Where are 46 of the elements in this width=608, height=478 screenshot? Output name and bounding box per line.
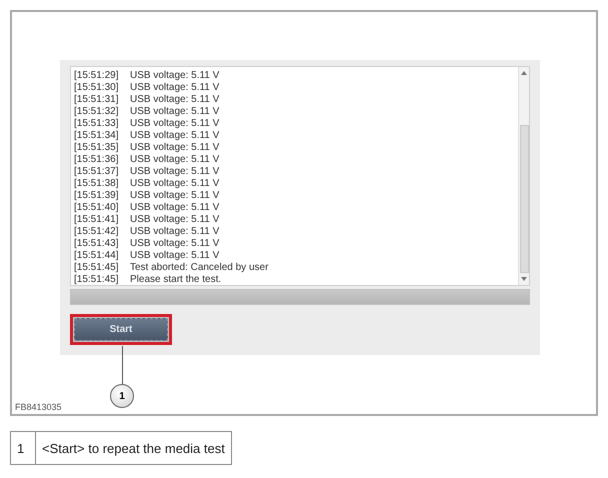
- log-message: USB voltage: 5.11 V: [130, 166, 220, 178]
- log-message: USB voltage: 5.11 V: [130, 118, 220, 130]
- log-time: [15:51:37]: [74, 166, 120, 178]
- log-message: Test aborted: Canceled by user: [130, 262, 268, 274]
- legend-text: <Start> to repeat the media test: [36, 432, 232, 464]
- log-message: USB voltage: 5.11 V: [130, 178, 220, 190]
- log-message: USB voltage: 5.11 V: [130, 70, 220, 82]
- log-time: [15:51:30]: [74, 82, 120, 94]
- log-time: [15:51:43]: [74, 238, 120, 250]
- log-time: [15:51:38]: [74, 178, 120, 190]
- log-time: [15:51:45]: [74, 274, 120, 286]
- log-message: USB voltage: 5.11 V: [130, 94, 220, 106]
- log-message: USB voltage: 5.11 V: [130, 130, 220, 142]
- callout-number: 1: [110, 384, 134, 408]
- log-message: USB voltage: 5.11 V: [130, 154, 220, 166]
- figure-id: FB8413035: [15, 402, 62, 412]
- scrollbar[interactable]: [518, 67, 529, 285]
- log-time: [15:51:36]: [74, 154, 120, 166]
- log-time: [15:51:44]: [74, 250, 120, 262]
- leader-line: [122, 346, 123, 386]
- log-message: USB voltage: 5.11 V: [130, 238, 220, 250]
- legend-number: 1: [10, 432, 36, 464]
- log-time: [15:51:41]: [74, 214, 120, 226]
- log-message: USB voltage: 5.11 V: [130, 82, 220, 94]
- scroll-thumb[interactable]: [520, 125, 528, 273]
- scroll-down-icon[interactable]: [521, 277, 527, 281]
- log-time: [15:51:40]: [74, 202, 120, 214]
- log-message: USB voltage: 5.11 V: [130, 106, 220, 118]
- log-message: USB voltage: 5.11 V: [130, 226, 220, 238]
- log-message: USB voltage: 5.11 V: [130, 202, 220, 214]
- log-message: USB voltage: 5.11 V: [130, 214, 220, 226]
- log-time: [15:51:29]: [74, 70, 120, 82]
- start-button[interactable]: Start: [74, 318, 168, 341]
- log-message: USB voltage: 5.11 V: [130, 142, 220, 154]
- log-message: USB voltage: 5.11 V: [130, 250, 220, 262]
- log-time: [15:51:33]: [74, 118, 120, 130]
- log-message: USB voltage: 5.11 V: [130, 190, 220, 202]
- log-time: [15:51:35]: [74, 142, 120, 154]
- log-time: [15:51:32]: [74, 106, 120, 118]
- log-message: Please start the test.: [130, 274, 222, 286]
- log-time: [15:51:45]: [74, 262, 120, 274]
- log-time: [15:51:39]: [74, 190, 120, 202]
- scroll-up-icon[interactable]: [521, 71, 527, 75]
- log-time: [15:51:31]: [74, 94, 120, 106]
- log-time: [15:51:34]: [74, 130, 120, 142]
- log-time: [15:51:42]: [74, 226, 120, 238]
